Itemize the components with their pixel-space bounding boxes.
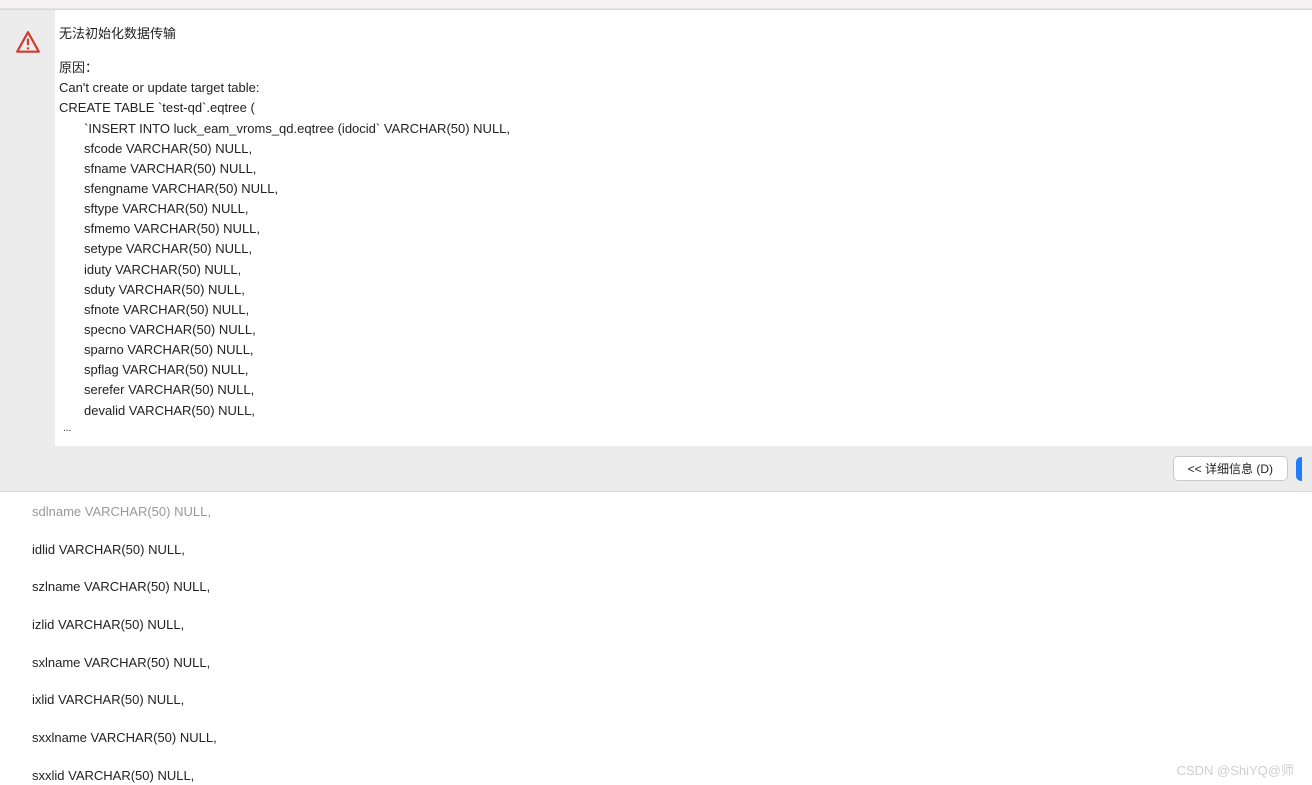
dialog-col: sparno VARCHAR(50) NULL, xyxy=(59,340,1298,360)
dialog-reason-label: 原因： xyxy=(59,58,1298,78)
dialog-col: sduty VARCHAR(50) NULL, xyxy=(59,280,1298,300)
dialog-col: sfname VARCHAR(50) NULL, xyxy=(59,159,1298,179)
dialog-col: `INSERT INTO luck_eam_vroms_qd.eqtree (i… xyxy=(59,119,1298,139)
dialog-col: sfcode VARCHAR(50) NULL, xyxy=(59,139,1298,159)
log-col: ixlid VARCHAR(50) NULL, xyxy=(8,691,1312,710)
log-col: sxxlid VARCHAR(50) NULL, xyxy=(8,767,1312,785)
log-col: sxxlname VARCHAR(50) NULL, xyxy=(8,729,1312,748)
dialog-col: serefer VARCHAR(50) NULL, xyxy=(59,380,1298,400)
dialog-col: iduty VARCHAR(50) NULL, xyxy=(59,260,1298,280)
dialog-create-line: CREATE TABLE `test-qd`.eqtree ( xyxy=(59,98,1298,118)
error-dialog: 无法初始化数据传输 原因： Can't create or update tar… xyxy=(0,9,1312,492)
dialog-col: sfengname VARCHAR(50) NULL, xyxy=(59,179,1298,199)
dialog-title: 无法初始化数据传输 xyxy=(59,24,1298,44)
details-button[interactable]: << 详细信息 (D) xyxy=(1173,456,1288,481)
dialog-body: 无法初始化数据传输 原因： Can't create or update tar… xyxy=(55,10,1312,446)
dialog-col: sfnote VARCHAR(50) NULL, xyxy=(59,300,1298,320)
dialog-col: sftype VARCHAR(50) NULL, xyxy=(59,199,1298,219)
dialog-trailing: ... xyxy=(59,421,1298,437)
log-col: sxlname VARCHAR(50) NULL, xyxy=(8,654,1312,673)
log-col: sdlname VARCHAR(50) NULL, xyxy=(8,503,1312,522)
dialog-col: setype VARCHAR(50) NULL, xyxy=(59,239,1298,259)
dialog-footer: << 详细信息 (D) xyxy=(0,446,1312,491)
dialog-col: devalid VARCHAR(50) NULL, xyxy=(59,401,1298,421)
log-col: izlid VARCHAR(50) NULL, xyxy=(8,616,1312,635)
dialog-icon-slot xyxy=(0,10,55,56)
dialog-col: sfmemo VARCHAR(50) NULL, xyxy=(59,219,1298,239)
log-col: szlname VARCHAR(50) NULL, xyxy=(8,578,1312,597)
primary-button-sliver[interactable] xyxy=(1296,457,1302,481)
sql-log-panel[interactable]: sdlname VARCHAR(50) NULL, idlid VARCHAR(… xyxy=(0,492,1312,785)
dialog-col: spflag VARCHAR(50) NULL, xyxy=(59,360,1298,380)
log-col: idlid VARCHAR(50) NULL, xyxy=(8,541,1312,560)
window-titlebar xyxy=(0,0,1312,9)
warning-icon xyxy=(15,30,41,56)
dialog-col: specno VARCHAR(50) NULL, xyxy=(59,320,1298,340)
dialog-cause-line: Can't create or update target table: xyxy=(59,78,1298,98)
